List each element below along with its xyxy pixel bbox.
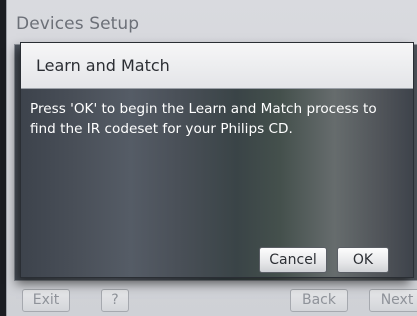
ok-button[interactable]: OK bbox=[337, 247, 389, 273]
next-button[interactable]: Next bbox=[369, 289, 417, 312]
cancel-button[interactable]: Cancel bbox=[259, 247, 327, 273]
page-title: Devices Setup bbox=[16, 14, 140, 34]
dialog-message: Press 'OK' to begin the Learn and Match … bbox=[30, 101, 377, 137]
back-button[interactable]: Back bbox=[290, 289, 348, 312]
dialog-title: Learn and Match bbox=[36, 56, 170, 75]
exit-button[interactable]: Exit bbox=[22, 289, 70, 312]
learn-and-match-dialog: Learn and Match Press 'OK' to begin the … bbox=[20, 42, 414, 278]
dialog-header: Learn and Match bbox=[21, 43, 413, 89]
help-button[interactable]: ? bbox=[101, 289, 129, 312]
